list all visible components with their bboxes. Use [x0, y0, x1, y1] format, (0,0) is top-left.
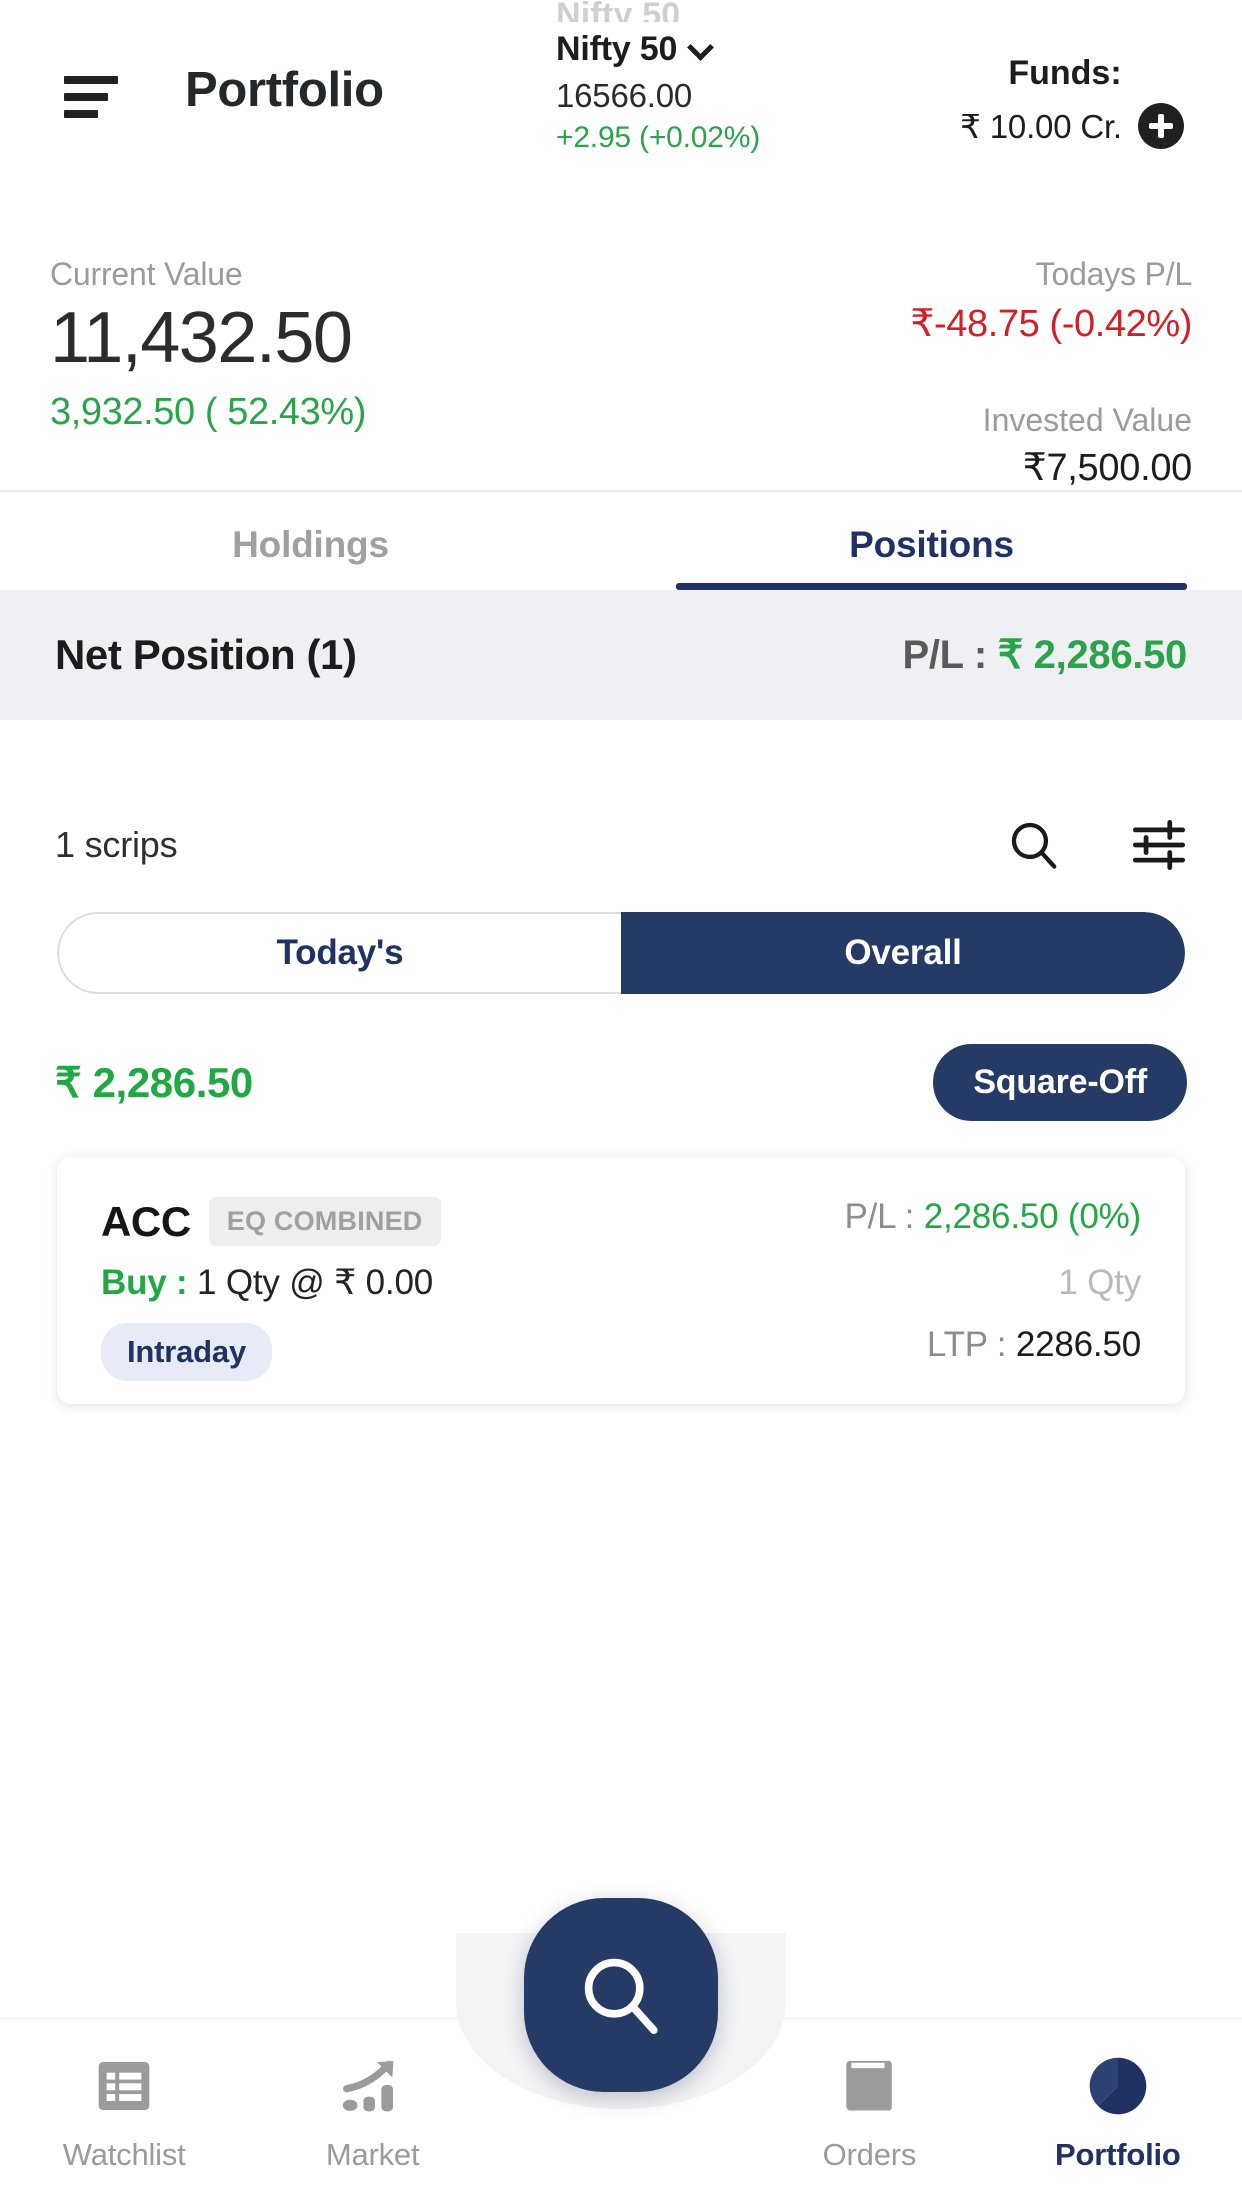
chevron-down-icon[interactable]	[689, 36, 711, 58]
position-symbol: ACC	[101, 1197, 191, 1245]
tab-positions[interactable]: Positions	[621, 500, 1242, 590]
invested-value-label: Invested Value	[982, 402, 1192, 438]
overall-pl-amount: 3,932.50 ( 52.43%)	[50, 390, 367, 433]
list-icon	[92, 2054, 156, 2123]
index-ticker[interactable]: Nifty 50 16566.00 +2.95 (+0.02%)	[556, 30, 846, 155]
net-position-summary-bar: Net Position (1) P/L : ₹ 2,286.50	[0, 590, 1242, 720]
list-controls: 1 scrips	[0, 790, 1242, 900]
scrips-count-label: 1 scrips	[55, 824, 178, 865]
portfolio-summary: Current Value 11,432.50 3,932.50 ( 52.43…	[0, 236, 1242, 489]
tab-positions-label: Positions	[849, 524, 1014, 565]
index-name: Nifty 50	[556, 30, 678, 68]
nav-item-portfolio[interactable]: Portfolio	[994, 2054, 1242, 2173]
index-carousel-previous-item: Nifty 50	[556, 0, 681, 22]
toggle-overall-label: Overall	[844, 933, 962, 972]
search-icon[interactable]	[1007, 818, 1061, 872]
position-exchange-chip: EQ COMBINED	[208, 1197, 441, 1246]
toggle-todays-label: Today's	[276, 933, 404, 972]
nav-label-watchlist: Watchlist	[62, 2137, 186, 2172]
position-ltp-value: 2286.50	[1015, 1325, 1141, 1364]
position-pl: P/L : 2,286.50 (0%)	[844, 1197, 1142, 1237]
positions-pl-bar: ₹ 2,286.50 Square-Off	[0, 1032, 1242, 1132]
index-selector[interactable]: Nifty 50	[556, 30, 846, 69]
nav-label-orders: Orders	[822, 2137, 917, 2172]
pie-chart-icon	[1086, 2054, 1150, 2123]
current-value-amount: 11,432.50	[50, 298, 353, 378]
nav-item-watchlist[interactable]: Watchlist	[0, 2054, 248, 2173]
page-title: Portfolio	[185, 63, 384, 117]
square-off-button[interactable]: Square-Off	[933, 1043, 1187, 1121]
position-side-detail: 1 Qty @ ₹ 0.00	[197, 1263, 433, 1302]
hamburger-line	[64, 110, 98, 118]
position-pl-value: 2,286.50 (0%)	[923, 1197, 1141, 1236]
nav-label-portfolio: Portfolio	[1055, 2137, 1181, 2172]
todays-pl-amount: ₹-48.75 (-0.42%)	[910, 303, 1192, 345]
hamburger-line	[64, 93, 108, 101]
hamburger-menu-icon[interactable]	[64, 75, 118, 119]
nav-label-market: Market	[325, 2137, 420, 2172]
position-ltp: LTP : 2286.50	[927, 1325, 1141, 1365]
funds-block: Funds: ₹ 10.00 Cr.	[960, 54, 1242, 149]
position-ltp-label: LTP :	[926, 1325, 1007, 1364]
position-qty: 1 Qty	[1058, 1263, 1141, 1302]
current-value-label: Current Value	[50, 256, 243, 292]
nav-item-orders[interactable]: Orders	[745, 2054, 993, 2173]
growth-chart-icon	[340, 2054, 406, 2123]
net-position-title: Net Position (1)	[55, 631, 357, 678]
period-toggle: Today's Overall	[57, 912, 1185, 994]
summary-divider	[0, 490, 1242, 492]
index-ltp: 16566.00	[556, 77, 693, 114]
net-position-pl-value: ₹ 2,286.50	[997, 633, 1188, 677]
funds-label: Funds:	[1008, 54, 1122, 92]
search-fab-button[interactable]	[524, 1898, 718, 2092]
book-icon	[839, 2054, 899, 2123]
tab-holdings[interactable]: Holdings	[0, 500, 621, 590]
todays-pl-label: Todays P/L	[1035, 256, 1193, 292]
toggle-todays[interactable]: Today's	[57, 912, 621, 994]
filter-sliders-icon[interactable]	[1131, 819, 1187, 871]
nav-item-market[interactable]: Market	[248, 2054, 496, 2173]
toggle-overall[interactable]: Overall	[621, 912, 1185, 994]
position-product-chip: Intraday	[101, 1323, 272, 1381]
portfolio-tabs: Holdings Positions	[0, 500, 1242, 590]
position-side-label: Buy :	[101, 1263, 188, 1302]
plus-circle-icon[interactable]	[1137, 103, 1184, 149]
portfolio-screen: Nifty 50 Portfolio Nifty 50 16566.00 +2.…	[0, 0, 1242, 2208]
tab-holdings-label: Holdings	[232, 524, 389, 565]
position-side-row: Buy : 1 Qty @ ₹ 0.00	[101, 1263, 441, 1303]
search-icon	[584, 1958, 658, 2034]
net-position-pl: P/L : ₹ 2,286.50	[902, 632, 1187, 678]
index-change: +2.95 (+0.02%)	[556, 121, 761, 154]
hamburger-line	[64, 76, 118, 84]
positions-pl-amount: ₹ 2,286.50	[55, 1058, 253, 1106]
position-card[interactable]: ACC EQ COMBINED Buy : 1 Qty @ ₹ 0.00 Int…	[57, 1157, 1185, 1404]
invested-value-amount: ₹7,500.00	[1022, 447, 1193, 489]
net-position-pl-label: P/L :	[902, 633, 987, 677]
position-pl-label: P/L :	[844, 1197, 915, 1236]
top-app-bar: Nifty 50 Portfolio Nifty 50 16566.00 +2.…	[0, 0, 1242, 200]
funds-amount: ₹ 10.00 Cr.	[960, 107, 1122, 145]
